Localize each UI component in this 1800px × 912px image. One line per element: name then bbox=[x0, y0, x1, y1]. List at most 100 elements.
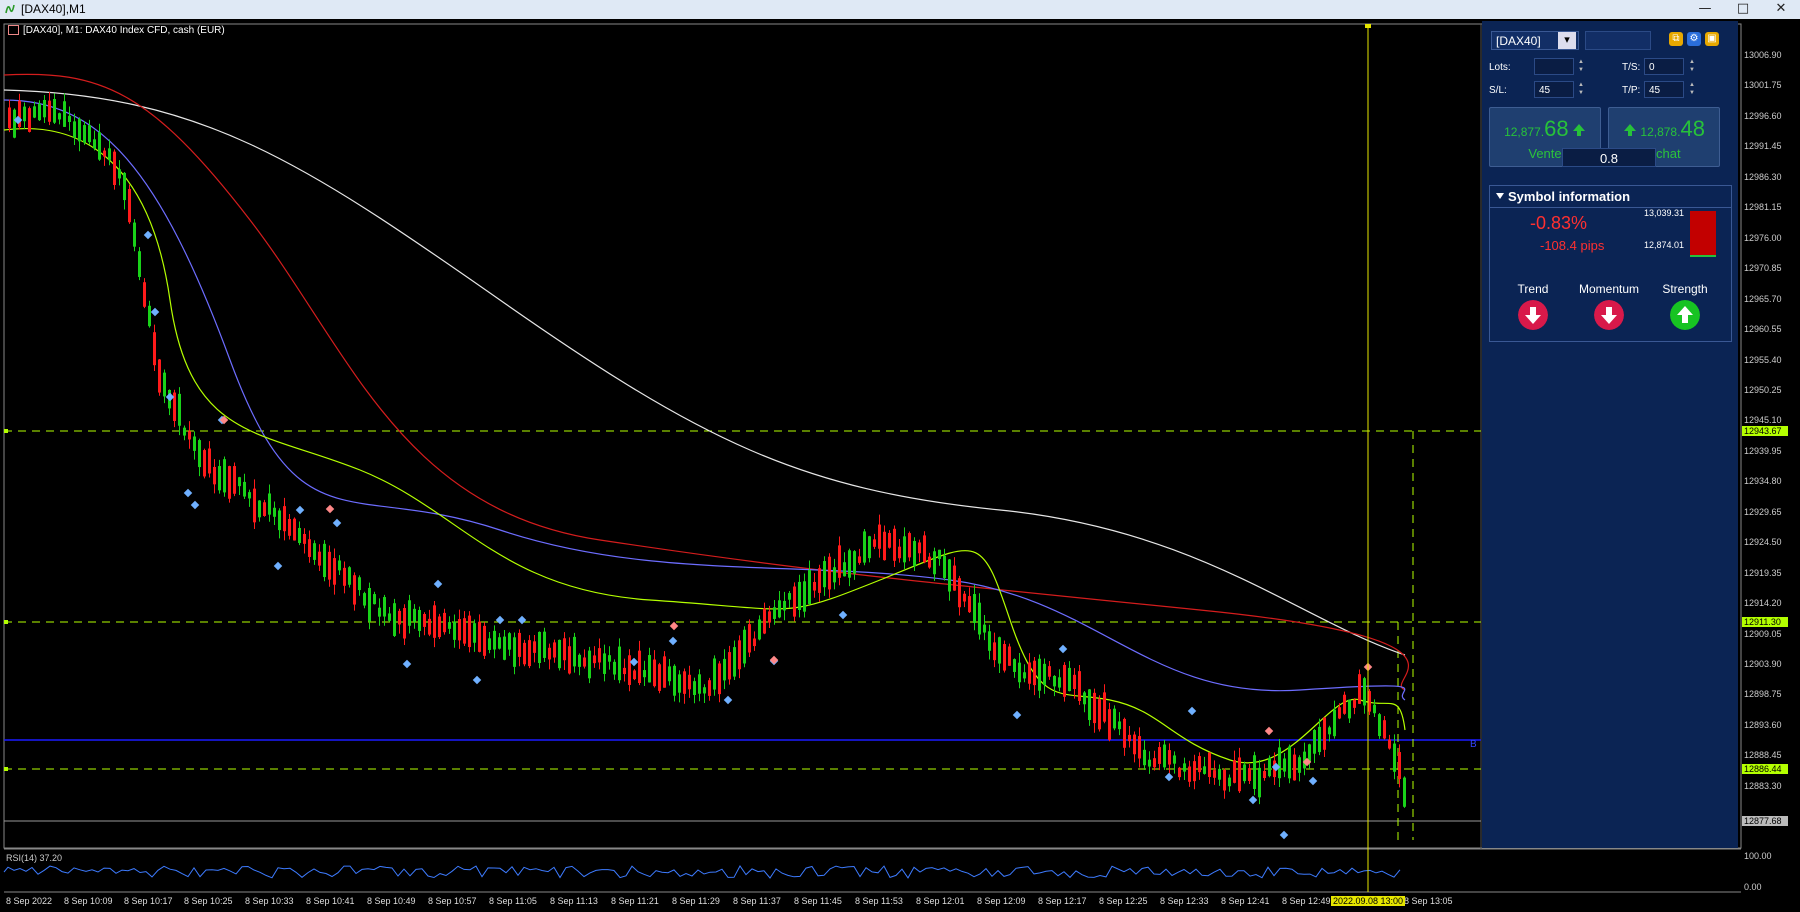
candle-body bbox=[588, 650, 591, 679]
chevron-down-icon[interactable]: ▾ bbox=[1558, 32, 1576, 49]
candle-body bbox=[323, 543, 326, 578]
price-axis-label: 12883.30 bbox=[1744, 780, 1782, 791]
candle-body bbox=[358, 577, 361, 591]
candle-body bbox=[848, 550, 851, 578]
tp-stepper[interactable]: ▲ ▼ bbox=[1687, 81, 1697, 98]
time-axis-label: 8 Sep 11:45 bbox=[794, 896, 842, 906]
candle-body bbox=[328, 551, 331, 580]
collapse-triangle-icon[interactable] bbox=[1496, 193, 1504, 199]
candle-body bbox=[1113, 708, 1116, 729]
copy-icon[interactable]: ⧉ bbox=[1669, 32, 1683, 46]
candle-body bbox=[1328, 727, 1331, 735]
candle-body bbox=[753, 638, 756, 647]
candle-body bbox=[733, 647, 736, 677]
candle-body bbox=[538, 631, 541, 663]
candle-body bbox=[783, 600, 786, 611]
candle-body bbox=[438, 616, 441, 638]
rsi-line bbox=[3, 865, 1401, 879]
signal-marker bbox=[1164, 772, 1174, 782]
candle-body bbox=[213, 466, 216, 485]
candle-body bbox=[823, 561, 826, 588]
candle-body bbox=[503, 636, 506, 660]
candle-body bbox=[923, 535, 926, 563]
candle-body bbox=[1053, 675, 1056, 687]
candle-body bbox=[298, 527, 301, 543]
lots-stepper[interactable]: ▲ ▼ bbox=[1576, 58, 1586, 75]
window-icon[interactable]: ▣ bbox=[1705, 32, 1719, 46]
candle-body bbox=[1188, 766, 1191, 782]
candle-body bbox=[1203, 766, 1206, 774]
spread-value: 0.8 bbox=[1562, 148, 1656, 167]
signal-marker bbox=[723, 695, 733, 705]
tp-input[interactable]: 45 bbox=[1644, 81, 1684, 98]
divider bbox=[1490, 207, 1731, 208]
candle-body bbox=[1248, 768, 1251, 781]
candle-body bbox=[1338, 707, 1341, 719]
candle-body bbox=[248, 492, 251, 499]
candle-body bbox=[73, 121, 76, 138]
sl-stepper[interactable]: ▲ ▼ bbox=[1576, 81, 1586, 98]
candle-body bbox=[443, 612, 446, 633]
candle-body bbox=[53, 99, 56, 123]
signal-marker bbox=[1058, 644, 1068, 654]
candle-body bbox=[793, 586, 796, 617]
candle-body bbox=[963, 593, 966, 602]
candle-body bbox=[1063, 664, 1066, 697]
candle-body bbox=[688, 674, 691, 690]
candle-body bbox=[98, 132, 101, 160]
lots-input[interactable] bbox=[1534, 58, 1574, 75]
candle-body bbox=[1138, 736, 1141, 759]
candle-body bbox=[208, 448, 211, 474]
candle-body bbox=[1323, 717, 1326, 750]
rsi-axis-top: 100.00 bbox=[1744, 851, 1772, 861]
signal-marker-red bbox=[769, 655, 779, 665]
candle-body bbox=[203, 450, 206, 477]
candle-body bbox=[943, 555, 946, 578]
range-bar bbox=[1690, 211, 1716, 257]
time-axis-label: 8 Sep 2022 bbox=[6, 896, 53, 906]
crosshair[interactable] bbox=[1365, 24, 1371, 892]
symbol-search-input[interactable] bbox=[1585, 31, 1651, 50]
arrow-up-icon bbox=[1572, 124, 1585, 136]
time-axis-label: 8 Sep 12:41 bbox=[1221, 896, 1270, 906]
signal-marker bbox=[190, 500, 200, 510]
candle-body bbox=[933, 551, 936, 575]
candle-body bbox=[1023, 672, 1026, 679]
price-axis-label: 12909.05 bbox=[1744, 628, 1782, 639]
candle-body bbox=[818, 568, 821, 593]
signal-marker bbox=[433, 579, 443, 589]
symbol-info-title[interactable]: Symbol information bbox=[1508, 189, 1630, 204]
candle-body bbox=[1378, 714, 1381, 737]
gear-icon[interactable]: ⚙ bbox=[1687, 32, 1701, 46]
price-tag-current: 12877.68 bbox=[1742, 816, 1788, 826]
day-high: 13,039.31 bbox=[1644, 208, 1685, 218]
price-tag-upper: 12943.67 bbox=[1742, 426, 1788, 436]
candle-body bbox=[913, 540, 916, 567]
candle-body bbox=[1198, 756, 1201, 773]
time-axis-label: 8 Sep 11:37 bbox=[733, 896, 781, 906]
candle-body bbox=[1348, 699, 1351, 719]
chart-menu-icon[interactable] bbox=[8, 25, 19, 36]
candle-body bbox=[1283, 758, 1286, 772]
candle-body bbox=[313, 543, 316, 560]
candle-body bbox=[878, 524, 881, 549]
candle-body bbox=[863, 531, 866, 563]
signal-marker bbox=[472, 675, 482, 685]
candle-body bbox=[1398, 752, 1401, 780]
ts-input[interactable]: 0 bbox=[1644, 58, 1684, 75]
candle-body bbox=[148, 305, 151, 327]
candle-body bbox=[1018, 662, 1021, 683]
candle-body bbox=[83, 125, 86, 143]
candle-body bbox=[238, 477, 241, 487]
sl-input[interactable]: 45 bbox=[1534, 81, 1574, 98]
candle-body bbox=[278, 510, 281, 531]
candle-body bbox=[868, 536, 871, 559]
signal-marker bbox=[495, 615, 505, 625]
ts-stepper[interactable]: ▲ ▼ bbox=[1687, 58, 1697, 75]
candle-body bbox=[338, 560, 341, 571]
momentum-down-icon bbox=[1594, 300, 1624, 330]
time-axis-label: 8 Sep 10:09 bbox=[64, 896, 113, 906]
candle-body bbox=[1003, 644, 1006, 671]
candle-body bbox=[813, 581, 816, 591]
candle-body bbox=[593, 655, 596, 664]
